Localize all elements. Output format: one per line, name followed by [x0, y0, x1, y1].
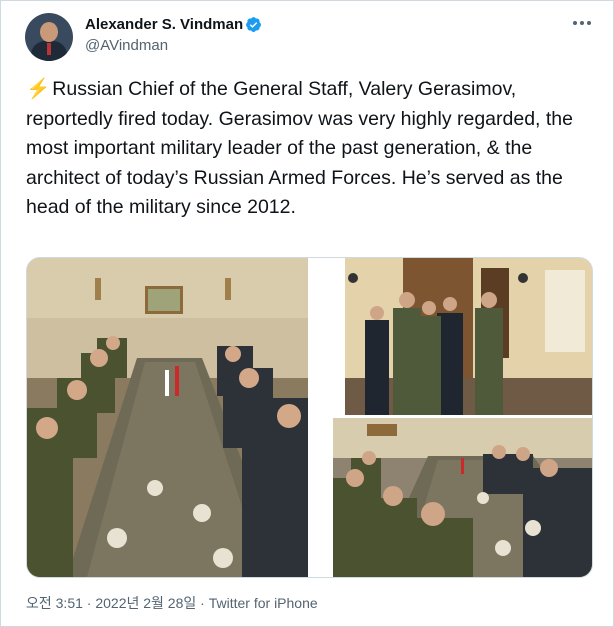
lightning-emoji-icon: ⚡ [26, 78, 51, 100]
tweet-meta: 오전 3:51 · 2022년 2월 28일 · Twitter for iPh… [26, 593, 318, 613]
more-dot [573, 21, 577, 25]
tweet-timestamp[interactable]: 오전 3:51 · 2022년 2월 28일 [26, 595, 196, 611]
author-display-name[interactable]: Alexander S. Vindman [85, 16, 243, 33]
tweet-card: Alexander S. Vindman @AVindman ⚡ Russian … [0, 0, 614, 627]
photo-officers-hallway[interactable] [345, 258, 592, 415]
meta-separator: · [196, 595, 209, 611]
more-dot [587, 21, 591, 25]
photo-officers-hallway-image [345, 258, 592, 415]
photo-conference-table-image [27, 258, 308, 577]
tweet-text: ⚡ Russian Chief of the General Staff, Val… [26, 75, 594, 223]
tweet-body: Russian Chief of the General Staff, Vale… [26, 78, 579, 218]
tweet-source[interactable]: Twitter for iPhone [209, 595, 318, 611]
photo-conference-table[interactable] [27, 258, 308, 577]
avatar-tie [47, 43, 51, 55]
more-dot [580, 21, 584, 25]
avatar[interactable] [25, 13, 73, 61]
avatar-face [40, 22, 58, 42]
tweet-media-grid[interactable] [26, 257, 593, 578]
photo-conference-table-wide-image [333, 418, 592, 577]
photo-conference-table-wide[interactable] [333, 418, 592, 577]
author-handle[interactable]: @AVindman [85, 37, 168, 54]
more-options-icon[interactable] [571, 16, 593, 30]
verified-badge-icon [246, 17, 261, 32]
